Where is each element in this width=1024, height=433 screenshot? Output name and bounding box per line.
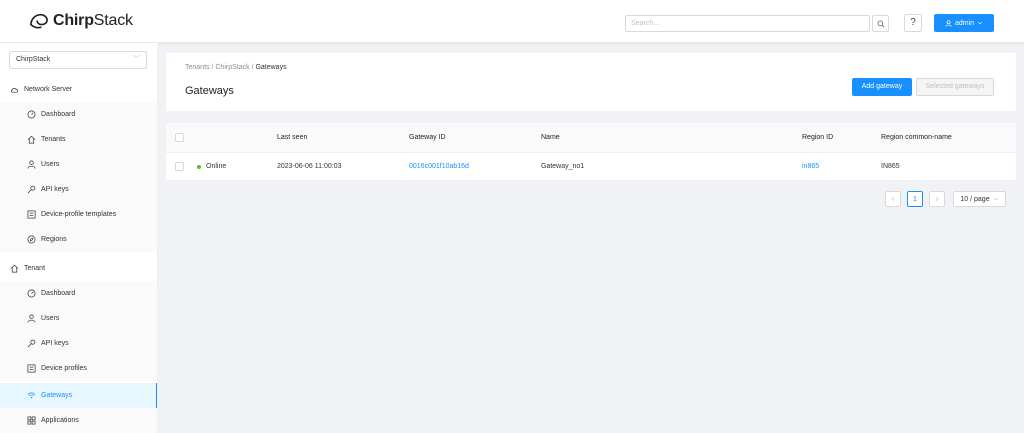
search-input[interactable]: Search...: [625, 15, 870, 32]
sidebar-item-tenant-api-keys[interactable]: API keys: [0, 331, 157, 356]
page-1-button[interactable]: 1: [907, 191, 923, 207]
user-name: admin: [954, 19, 975, 27]
sidebar-item-gateways[interactable]: Gateways: [0, 383, 157, 408]
sidebar-item-regions[interactable]: Regions: [0, 227, 157, 252]
apps-icon: [26, 416, 36, 426]
sidebar-item-label: Device-profile templates: [41, 211, 117, 218]
menu-group-label: Network Server: [24, 86, 73, 93]
online-status-dot: [197, 164, 201, 169]
search-button[interactable]: [872, 15, 889, 32]
chirpstack-logo-icon: [30, 13, 48, 29]
chirpstack-logo[interactable]: ChirpStack: [28, 12, 133, 30]
sidebar-item-tenants[interactable]: Tenants: [0, 127, 157, 152]
table-header: Last seen Gateway ID Name Region ID Regi…: [166, 123, 1016, 153]
column-header-region-common-name[interactable]: Region common-name: [881, 123, 952, 152]
select-all-checkbox-cell: [175, 123, 184, 152]
prev-page-button[interactable]: [885, 191, 901, 207]
compass-icon: [26, 235, 36, 245]
last-seen-cell: 2023-06-06 11:00:03: [277, 163, 342, 170]
profile-icon: [26, 210, 36, 220]
user-icon: [945, 19, 952, 27]
sidebar-item-applications[interactable]: Applications: [0, 408, 157, 433]
sidebar-item-ns-api-keys[interactable]: API keys: [0, 177, 157, 202]
tenant-select[interactable]: ChirpStack ﹀: [9, 51, 147, 69]
key-icon: [26, 185, 36, 195]
dashboard-icon: [26, 110, 36, 120]
breadcrumb-tenants[interactable]: Tenants: [185, 64, 210, 71]
select-all-checkbox[interactable]: [175, 133, 184, 142]
home-icon: [9, 264, 19, 274]
sidebar-item-label: Tenants: [41, 136, 66, 143]
menu-group-label: Tenant: [24, 265, 46, 272]
add-gateway-button[interactable]: Add gateway: [852, 78, 912, 96]
dashboard-icon: [26, 289, 36, 299]
sidebar-item-label: Applications: [41, 417, 79, 424]
search-icon: [877, 20, 884, 27]
table-row[interactable]: Online 2023-06-06 11:00:03 0016c001f10ab…: [166, 153, 1016, 181]
top-header: ChirpStack Search... ? admin: [0, 0, 1024, 43]
sidebar-item-label: Dashboard: [41, 111, 76, 118]
status-cell: Online: [197, 153, 226, 180]
selected-gateways-button[interactable]: Selected gateways: [916, 78, 994, 96]
logo-text: ChirpStack: [53, 12, 133, 29]
sidebar-item-tenant-users[interactable]: Users: [0, 306, 157, 331]
user-icon: [26, 160, 36, 170]
sidebar-item-label: Users: [41, 161, 60, 168]
menu-group-tenant[interactable]: Tenant: [0, 256, 157, 281]
column-header-gateway-id[interactable]: Gateway ID: [409, 123, 446, 152]
next-page-button[interactable]: [929, 191, 945, 207]
status-text: Online: [206, 163, 227, 170]
breadcrumb: Tenants / ChirpStack / Gateways: [185, 64, 287, 71]
page-size-select[interactable]: 10 / page: [953, 191, 1006, 207]
chevron-left-icon: [891, 196, 895, 202]
sidebar-item-label: Device profiles: [41, 365, 87, 372]
user-icon: [26, 314, 36, 324]
sidebar-item-ns-users[interactable]: Users: [0, 152, 157, 177]
cloud-icon: [9, 85, 19, 95]
sidebar-item-label: Dashboard: [41, 290, 76, 297]
column-header-region-id[interactable]: Region ID: [802, 123, 833, 152]
profile-icon: [26, 364, 36, 374]
chevron-down-icon: [993, 197, 998, 201]
home-icon: [26, 135, 36, 145]
gateway-id-link[interactable]: 0016c001f10ab16d: [409, 153, 469, 180]
chevron-down-icon: [978, 21, 983, 25]
region-common-name-cell: IN865: [881, 163, 900, 170]
sidebar-item-label: API keys: [41, 340, 69, 347]
sidebar-item-device-profile-templates[interactable]: Device-profile templates: [0, 202, 157, 227]
sidebar-item-label: Gateways: [41, 392, 73, 399]
row-checkbox[interactable]: [175, 162, 184, 171]
chevron-down-icon: ﹀: [133, 56, 140, 63]
page-header: Tenants / ChirpStack / Gateways Gateways…: [166, 53, 1016, 111]
name-cell: Gateway_no1: [541, 163, 585, 170]
row-checkbox-cell: [175, 153, 184, 180]
tenant-select-value: ChirpStack: [16, 56, 51, 63]
wifi-icon: [26, 391, 36, 401]
chevron-right-icon: [935, 196, 939, 202]
sidebar-item-label: Regions: [41, 236, 67, 243]
page-title: Gateways: [185, 85, 234, 97]
main-content: Tenants / ChirpStack / Gateways Gateways…: [166, 43, 1024, 433]
breadcrumb-gateways: Gateways: [255, 64, 287, 71]
page-size-value: 10 / page: [960, 195, 990, 203]
sidebar: ChirpStack ﹀ Network Server Dashboard Te…: [0, 43, 158, 433]
sidebar-item-label: Users: [41, 315, 60, 322]
menu-group-network-server[interactable]: Network Server: [0, 77, 157, 102]
key-icon: [26, 339, 36, 349]
sidebar-item-ns-dashboard[interactable]: Dashboard: [0, 102, 157, 127]
column-header-name[interactable]: Name: [541, 123, 560, 152]
region-id-link[interactable]: in865: [802, 153, 819, 180]
sidebar-item-tenant-dashboard[interactable]: Dashboard: [0, 281, 157, 306]
sidebar-item-label: API keys: [41, 186, 69, 193]
column-header-last-seen[interactable]: Last seen: [277, 123, 307, 152]
breadcrumb-chirpstack[interactable]: ChirpStack: [215, 64, 249, 71]
user-menu-button[interactable]: admin: [934, 14, 994, 32]
help-button[interactable]: ?: [904, 14, 922, 32]
sidebar-item-device-profiles[interactable]: Device profiles: [0, 356, 157, 381]
